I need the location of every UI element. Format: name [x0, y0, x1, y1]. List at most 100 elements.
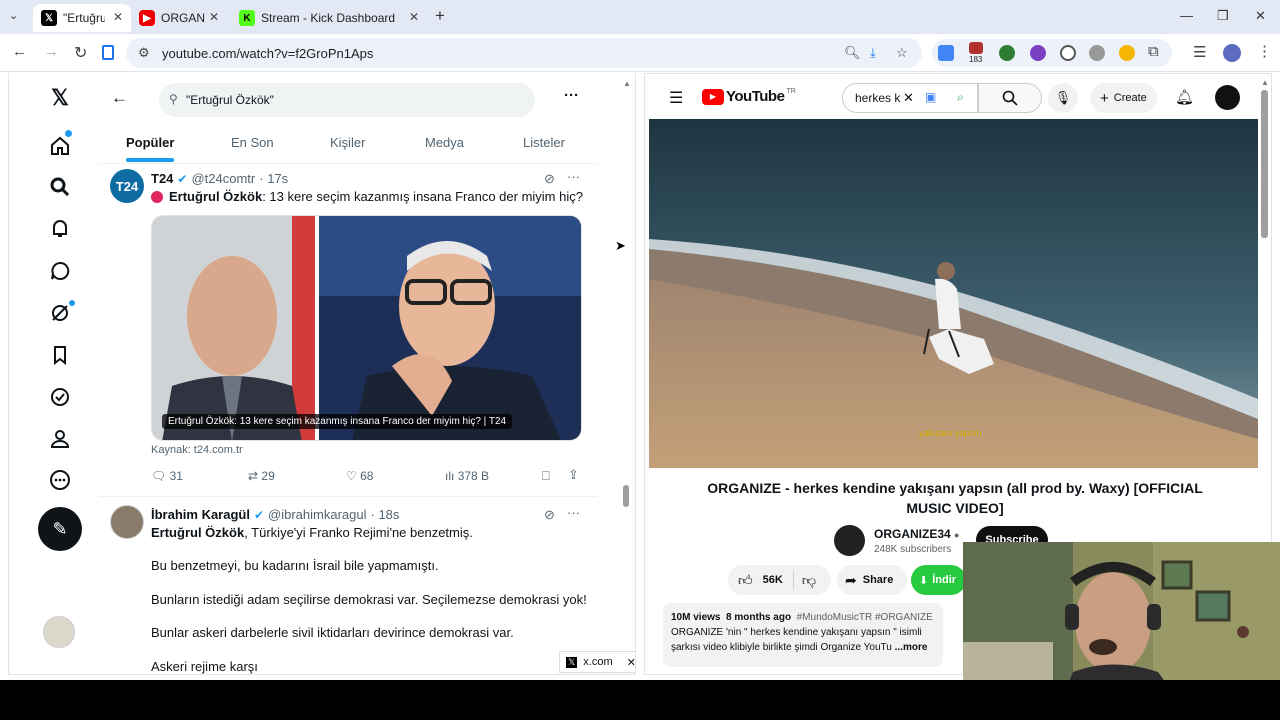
translate-extension-icon[interactable] — [938, 45, 954, 61]
reply-button[interactable]: 🗨︎ 31 — [151, 469, 183, 483]
tab-listeler[interactable]: Listeler — [523, 135, 565, 150]
close-tab-icon[interactable]: ✕ — [409, 10, 419, 24]
channel-name[interactable]: ORGANIZE34 ● — [874, 527, 959, 541]
youtube-logo[interactable]: ▶ YouTube TR — [702, 88, 796, 105]
grok-icon[interactable] — [49, 302, 71, 324]
window-close-icon[interactable]: ✕ — [1255, 8, 1266, 24]
hamburger-menu-icon[interactable]: ☰ — [669, 88, 683, 108]
maximize-icon[interactable]: ❐ — [1217, 8, 1229, 24]
show-more-link[interactable]: ...more — [895, 642, 928, 653]
explore-search-icon[interactable] — [49, 176, 71, 198]
compose-post-button[interactable]: ✎ — [38, 507, 82, 551]
tab-search-chevron-icon[interactable]: ⌄ — [9, 9, 18, 22]
scrollbar-thumb[interactable] — [623, 485, 629, 507]
side-panel-icon[interactable] — [102, 45, 114, 60]
video-description[interactable]: 10M views 8 months ago #MundoMusicTR #OR… — [663, 603, 943, 667]
close-tab-icon[interactable]: ✕ — [113, 10, 123, 24]
reading-list-icon[interactable]: ☰ — [1193, 43, 1206, 61]
tweet-author-name[interactable]: T24 — [151, 171, 173, 186]
profile-icon[interactable] — [49, 428, 71, 450]
tab-x-search[interactable]: 𝕏 "Ertuğrul ✕ — [33, 4, 131, 32]
search-more-icon[interactable]: ··· — [564, 87, 579, 104]
zoom-icon[interactable]: 🔍︎ — [844, 45, 861, 61]
tweet-time[interactable]: · 18s — [371, 507, 400, 522]
site-info-icon[interactable]: ⚙ — [138, 45, 150, 61]
tab-youtube[interactable]: ▶ ORGANIZ ✕ — [131, 4, 227, 32]
account-avatar[interactable] — [43, 616, 75, 648]
download-button[interactable]: ⬇ İndir — [911, 565, 966, 595]
like-icon[interactable]: 👍︎ — [738, 572, 753, 589]
home-icon[interactable] — [49, 135, 71, 157]
reload-icon[interactable]: ↻ — [74, 43, 87, 63]
share-button[interactable]: ➦ Share — [837, 565, 907, 595]
tab-en-son[interactable]: En Son — [231, 135, 274, 150]
video-player[interactable]: yakışanı yapsın — [649, 119, 1258, 468]
messages-icon[interactable] — [49, 260, 71, 282]
like-button[interactable]: ♡ 68 — [346, 469, 373, 483]
new-tab-button[interactable]: + — [435, 6, 445, 26]
grok-tweet-icon[interactable]: ⊘ — [544, 171, 555, 187]
channel-avatar[interactable] — [834, 525, 865, 556]
notifications-icon[interactable]: 🔔︎ — [1175, 88, 1194, 106]
tab-populer[interactable]: Popüler — [126, 135, 174, 150]
share-icon[interactable]: ⇪ — [568, 467, 579, 483]
popup-close-icon[interactable]: ✕ — [627, 656, 635, 669]
forward-icon[interactable]: → — [44, 43, 59, 60]
retweet-button[interactable]: ⇄ 29 — [248, 469, 275, 483]
url-text[interactable]: youtube.com/watch?v=f2GroPn1Aps — [162, 46, 373, 61]
t24-avatar[interactable]: T24 — [110, 169, 144, 203]
more-options-icon[interactable] — [49, 469, 71, 491]
tweet-handle[interactable]: @t24comtr — [191, 171, 255, 186]
voice-search-icon[interactable]: 🎙︎ — [1048, 83, 1078, 113]
clear-search-icon[interactable]: ✕ — [903, 90, 914, 106]
scroll-up-icon[interactable]: ▲ — [1261, 78, 1269, 87]
verified-icon[interactable] — [49, 386, 71, 408]
youtube-search-button[interactable] — [978, 83, 1042, 113]
search-tool-icon[interactable]: ⌕ — [957, 90, 964, 105]
dislike-icon[interactable]: 👎︎ — [802, 572, 816, 589]
views-button[interactable]: ılı 378 B — [445, 469, 489, 483]
tweet-more-icon[interactable]: ··· — [567, 169, 580, 184]
calendar-extension-icon[interactable] — [969, 42, 983, 54]
grok-tweet-icon[interactable]: ⊘ — [544, 507, 555, 523]
lr-extension-icon[interactable] — [1030, 45, 1046, 61]
bookmark-star-icon[interactable]: ☆ — [896, 45, 908, 61]
scrollbar-thumb[interactable] — [1261, 90, 1268, 238]
globe-extension-icon[interactable] — [999, 45, 1015, 61]
coin-extension-icon[interactable] — [1119, 45, 1135, 61]
back-arrow-icon[interactable]: ← — [111, 88, 128, 108]
tab-kick[interactable]: K Stream - Kick Dashboard ✕ — [231, 4, 427, 32]
gear-extension-icon[interactable] — [1089, 45, 1105, 61]
card-photo — [152, 216, 581, 440]
tweet-time[interactable]: · 17s — [259, 171, 288, 186]
translate-input-icon[interactable]: ▣ — [925, 90, 936, 104]
browser-menu-icon[interactable]: ⋮ — [1257, 42, 1272, 60]
user-avatar[interactable] — [1215, 85, 1240, 110]
site-popup[interactable]: 𝕏 x.com ✕ — [559, 651, 635, 673]
scroll-up-icon[interactable]: ▲ — [623, 79, 631, 88]
tab-medya[interactable]: Medya — [425, 135, 464, 150]
tweet-author-name[interactable]: İbrahim Karagül — [151, 507, 250, 522]
back-icon[interactable]: ← — [12, 43, 27, 60]
circle-extension-icon[interactable] — [1060, 45, 1076, 61]
bookmarks-icon[interactable] — [49, 344, 71, 366]
tab-kisiler[interactable]: Kişiler — [330, 135, 365, 150]
minimize-icon[interactable]: — — [1180, 8, 1193, 23]
profile-avatar[interactable] — [1223, 44, 1241, 62]
x-search-input[interactable]: ⚲ "Ertuğrul Özkök" — [159, 83, 535, 117]
ibrahim-avatar[interactable] — [110, 505, 144, 539]
bookmark-icon[interactable]: ⎕ — [542, 468, 550, 484]
youtube-search-input[interactable]: herkes k ✕ ▣ ⌕ — [842, 83, 978, 113]
install-app-icon[interactable]: ⤓ — [870, 45, 876, 61]
extensions-group — [932, 39, 1172, 67]
tweet-more-icon[interactable]: ··· — [567, 505, 580, 520]
link-card-image[interactable]: Ertuğrul Özkök: 13 kere seçim kazanmış i… — [151, 215, 582, 441]
card-source[interactable]: Kaynak: t24.com.tr — [151, 444, 243, 456]
omnibox[interactable]: ⚙ youtube.com/watch?v=f2GroPn1Aps 🔍︎ ⤓ ☆ — [126, 38, 922, 68]
close-tab-icon[interactable]: ✕ — [209, 10, 219, 24]
create-button[interactable]: + Create — [1090, 83, 1157, 113]
extensions-puzzle-icon[interactable]: ⧉ — [1148, 43, 1159, 60]
tweet-handle[interactable]: @ibrahimkaragul — [268, 507, 366, 522]
notifications-bell-icon[interactable] — [49, 218, 71, 240]
x-logo-icon[interactable]: 𝕏 — [49, 85, 71, 110]
